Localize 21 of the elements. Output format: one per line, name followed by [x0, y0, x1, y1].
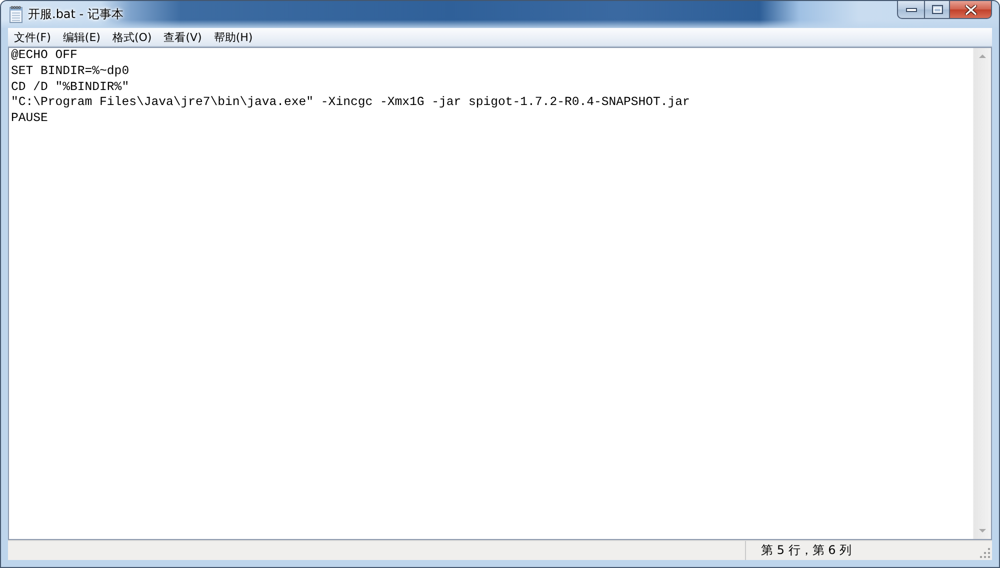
menu-item[interactable]: 文件(F) — [8, 28, 57, 46]
cursor-position-text: 第 5 行，第 6 列 — [760, 542, 852, 559]
text-line: "C:\Program Files\Java\jre7\bin\java.exe" -Xincgc -Xmx1G -jar spigot-1.7.2-R0.4-SNAPSHOT.jar — [11, 95, 690, 112]
menu-item[interactable]: 格式(O) — [106, 28, 158, 46]
maximize-icon — [932, 5, 942, 14]
resize-grip-icon[interactable] — [979, 547, 990, 558]
notepad-icon[interactable] — [9, 6, 23, 23]
maximize-button[interactable] — [924, 1, 949, 19]
minimize-icon — [906, 8, 916, 12]
text-line: SET BINDIR=%~dp0 — [11, 64, 130, 80]
text-line: @ECHO OFF — [11, 48, 78, 64]
text-line: PAUSE — [11, 111, 48, 127]
menu-item[interactable]: 编辑(E) — [56, 28, 106, 46]
text-line: CD /D "%BINDIR%" — [11, 80, 130, 96]
menu-item[interactable]: 查看(V) — [158, 28, 208, 46]
window-title: 开服.bat - 记事本 — [28, 7, 124, 22]
text-area[interactable]: @ECHO OFF SET BINDIR=%~dp0 CD /D "%BINDIR%" "C:\Program Files\Java\jre7\bin\java.exe" -Xincgc -Xmx1G -jar spigot-1.7.2-R0.4-SNAPSHOT.jar PAUSE — [8, 47, 992, 540]
close-button[interactable] — [949, 1, 992, 19]
menu-item[interactable]: 帮助(H) — [208, 28, 259, 46]
minimize-button[interactable] — [897, 1, 924, 19]
close-icon — [964, 4, 976, 14]
